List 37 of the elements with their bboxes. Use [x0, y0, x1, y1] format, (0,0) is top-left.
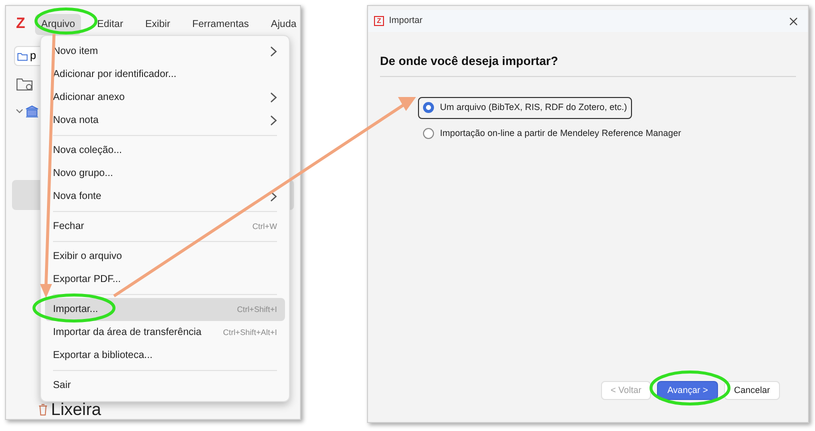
- menu-item[interactable]: Novo grupo...: [45, 162, 285, 185]
- menu-item[interactable]: Exibir o arquivo: [45, 245, 285, 268]
- radio-option[interactable]: Importação on-line a partir de Mendeley Reference Manager: [418, 122, 686, 144]
- shortcut-text: Ctrl+Shift+I: [236, 304, 277, 316]
- menu-bar-item[interactable]: Ferramentas: [186, 14, 255, 34]
- radio-button[interactable]: [423, 128, 434, 139]
- shortcut-text: Ctrl+Shift+Alt+I: [222, 326, 277, 338]
- library-icon: [25, 105, 39, 118]
- app-logo: Z: [16, 14, 26, 34]
- highlight-circle: [34, 8, 98, 34]
- menu-bar-item[interactable]: Ajuda: [264, 14, 302, 34]
- menu-item[interactable]: Nova nota: [45, 109, 285, 132]
- trash-label: Lixeira: [51, 401, 102, 418]
- menu-item[interactable]: Adicionar por identificador...: [45, 63, 285, 86]
- menu-item[interactable]: Fechar Ctrl+W: [45, 215, 285, 238]
- folder-icon: [16, 76, 33, 91]
- menu-item[interactable]: Importar da área de transferência Ctrl+Shift+Alt+I: [45, 321, 285, 344]
- menu-item[interactable]: Nova fonte: [45, 185, 285, 208]
- chevron-down-icon: [16, 109, 23, 114]
- menu-item[interactable]: Importar... Ctrl+Shift+I: [45, 298, 285, 321]
- menu-item[interactable]: Nova coleção...: [45, 139, 285, 162]
- folder-icon: [17, 50, 28, 62]
- menu-bar-item[interactable]: Exibir: [139, 14, 176, 34]
- menu-item[interactable]: Adicionar anexo: [45, 86, 285, 109]
- menu-item[interactable]: Exportar PDF...: [45, 268, 285, 291]
- trash-icon: [38, 403, 48, 416]
- window-title: Importar: [389, 14, 423, 28]
- menu-item[interactable]: Sair: [45, 374, 285, 397]
- menu-item[interactable]: Exportar a biblioteca...: [45, 344, 285, 367]
- dialog-button[interactable]: Cancelar: [724, 381, 780, 400]
- close-icon[interactable]: [789, 16, 798, 26]
- shortcut-text: Ctrl+W: [252, 220, 277, 232]
- radio-option[interactable]: Um arquivo (BibTeX, RIS, RDF do Zotero, etc.): [418, 97, 632, 118]
- radio-button[interactable]: [423, 102, 434, 114]
- dialog-heading: De onde você deseja importar?: [380, 52, 796, 77]
- dialog-button[interactable]: Avançar >: [657, 381, 718, 400]
- menu-bar-item[interactable]: Editar: [91, 14, 130, 34]
